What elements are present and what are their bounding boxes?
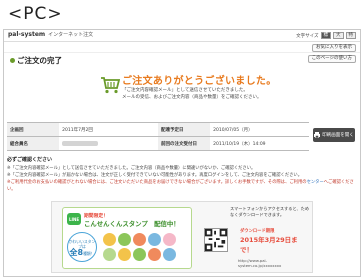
table-header: 企画回 bbox=[7, 122, 60, 137]
favorites-button[interactable]: お気に入りを表示 bbox=[312, 44, 356, 52]
note-item: ※ご利用代金のお支払いの確認がとれない場合には、ご注文いただいた商品をお届けでき… bbox=[7, 180, 354, 192]
sticker-icon bbox=[118, 248, 131, 261]
sticker-grid bbox=[103, 233, 189, 261]
sticker-icon bbox=[103, 233, 116, 246]
thanks-message: ご注文ありがとうございました。 bbox=[122, 76, 277, 87]
order-info-table: 企画回 2011年7月2回 配達予定日 2010/07/05（月） 組合員名 前… bbox=[7, 122, 309, 151]
sticker-icon bbox=[133, 248, 146, 261]
sub-bar: お気に入りを表示 bbox=[4, 42, 360, 53]
print-button[interactable]: 印刷画面を開く bbox=[313, 128, 355, 142]
download-url[interactable]: http://www.pal-system.co.jp/xxxxxxxx bbox=[238, 258, 310, 268]
sticker-icon bbox=[148, 233, 161, 246]
stamp-headline: こんせんくんスタンプ 配信中！ bbox=[84, 220, 180, 228]
table-header: 組合員名 bbox=[7, 136, 60, 151]
table-header: 配達予定日 bbox=[157, 122, 211, 137]
table-cell: 2010/07/05（月） bbox=[210, 122, 309, 137]
font-size-label: 文字サイズ bbox=[296, 33, 319, 39]
qr-text: スマートフォンからアクセスすると、ためなくダウンロードできます。 bbox=[230, 206, 310, 217]
qr-code-icon bbox=[204, 228, 228, 252]
qr-area: スマートフォンからアクセスすると、ためなくダウンロードできます。 ダウンロード期… bbox=[202, 206, 310, 270]
table-cell bbox=[59, 136, 158, 151]
sticker-icon bbox=[163, 233, 176, 246]
limited-time-label: 期間限定！ bbox=[84, 214, 108, 219]
table-cell: 2011年7月2回 bbox=[59, 122, 158, 137]
line-ad-panel: LINE 期間限定！ こんせんくんスタンプ 配信中！ かわいいスタンプは 全8種類… bbox=[62, 207, 192, 269]
sticker-icon bbox=[163, 248, 176, 261]
sticker-icon bbox=[118, 233, 131, 246]
line-stamp-banner[interactable]: LINE 期間限定！ こんせんくんスタンプ 配信中！ かわいいスタンプは 全8種類… bbox=[51, 201, 313, 273]
thanks-note-1: 「ご注文内容確認メール」として送信させていただきました。 bbox=[122, 88, 248, 93]
table-cell: 2011/10/19（木）14:09 bbox=[210, 136, 309, 151]
center-link[interactable]: センター bbox=[307, 180, 324, 185]
note-item: ※「ご注文内容確認メール」が届かない場合は、注文が正しく受付できていない可能性が… bbox=[7, 173, 303, 178]
table-header: 前回の注文受付日 bbox=[157, 136, 211, 151]
top-bar: pal-system インターネット注文 文字サイズ 標 大 特 bbox=[4, 30, 360, 42]
font-size-normal[interactable]: 標 bbox=[320, 32, 331, 39]
page-title: ご注文の完了 bbox=[10, 55, 62, 66]
brand-logo[interactable]: pal-system インターネット注文 bbox=[8, 31, 93, 38]
table-row: 組合員名 前回の注文受付日 2011/10/19（木）14:09 bbox=[7, 136, 309, 151]
sticker-icon bbox=[103, 248, 116, 261]
sticker-icon bbox=[133, 233, 146, 246]
thanks-section: ご注文ありがとうございました。 「ご注文内容確認メール」として送信させていただき… bbox=[4, 66, 360, 116]
thanks-note-2: メールの受信、およびご注文内容（商品や数量）をご確認ください。 bbox=[122, 95, 262, 100]
printer-icon bbox=[314, 132, 321, 138]
download-deadline-date: 2015年3月29日まで！ bbox=[240, 236, 298, 254]
page-label: <PC> bbox=[8, 4, 63, 24]
sticker-icon bbox=[148, 248, 161, 261]
table-row: 企画回 2011年7月2回 配達予定日 2010/07/05（月） bbox=[7, 122, 309, 137]
cart-icon bbox=[101, 77, 120, 94]
font-size-xlarge[interactable]: 特 bbox=[345, 32, 356, 39]
redacted-name bbox=[62, 140, 99, 146]
notes-title: 必ずご確認ください bbox=[7, 157, 53, 163]
line-logo-icon: LINE bbox=[67, 213, 81, 225]
font-size-large[interactable]: 大 bbox=[333, 32, 344, 39]
font-size-switcher: 文字サイズ 標 大 特 bbox=[296, 32, 356, 39]
title-bar: ご注文の完了 このページの使い方 bbox=[4, 53, 360, 66]
bullet-icon bbox=[10, 58, 15, 63]
help-link[interactable]: このページの使い方 bbox=[307, 55, 356, 63]
notes-section: 必ずご確認ください ※「ご注文内容確認メール」として送信させていただきました。ご… bbox=[7, 157, 357, 193]
stamp-count-badge: かわいいスタンプは 全8種類！ bbox=[67, 232, 97, 262]
note-item: ※「ご注文内容確認メール」として送信させていただきました。ご注文内容（商品や数量… bbox=[7, 166, 256, 171]
